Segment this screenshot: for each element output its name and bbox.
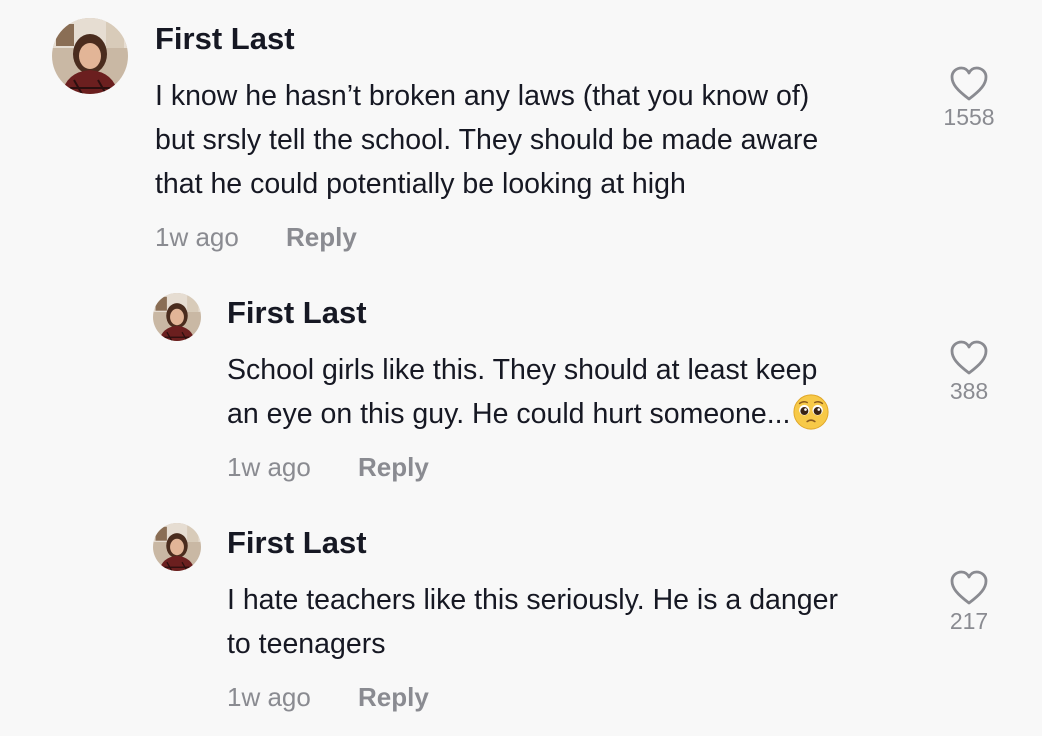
username[interactable]: First Last bbox=[155, 21, 295, 57]
comment-timestamp: 1w ago bbox=[227, 682, 311, 712]
reply-button[interactable]: Reply bbox=[286, 222, 357, 253]
avatar-photo bbox=[52, 18, 128, 94]
username[interactable]: First Last bbox=[227, 295, 367, 331]
heart-outline-icon bbox=[950, 340, 988, 375]
like-button[interactable]: 1558 bbox=[929, 66, 1009, 131]
like-count: 1558 bbox=[943, 104, 995, 130]
like-count: 388 bbox=[949, 378, 989, 404]
avatar-photo bbox=[153, 293, 201, 341]
pleading-face-emoji bbox=[793, 394, 830, 430]
comment-timestamp: 1w ago bbox=[155, 222, 239, 252]
avatar[interactable] bbox=[52, 18, 128, 94]
like-button[interactable]: 388 bbox=[929, 340, 1009, 405]
like-count: 217 bbox=[949, 608, 989, 634]
avatar-photo bbox=[153, 523, 201, 571]
comment-timestamp: 1w ago bbox=[227, 452, 311, 482]
comment-text: I hate teachers like this seriously. He … bbox=[227, 578, 838, 666]
comment-text-line: I know he hasn’t broken any laws (that y… bbox=[155, 80, 810, 112]
reply-button[interactable]: Reply bbox=[358, 452, 429, 483]
comment-text-line: that he could potentially be looking at … bbox=[155, 168, 686, 200]
heart-outline-icon bbox=[950, 66, 988, 101]
comment-text-line: I hate teachers like this seriously. He … bbox=[227, 584, 838, 616]
reply-button[interactable]: Reply bbox=[358, 682, 429, 713]
heart-outline-icon bbox=[950, 570, 988, 605]
comment-text: School girls like this. They should at l… bbox=[227, 348, 830, 436]
like-button[interactable]: 217 bbox=[929, 570, 1009, 635]
comment-text-line: but srsly tell the school. They should b… bbox=[155, 124, 819, 156]
username[interactable]: First Last bbox=[227, 525, 367, 561]
avatar[interactable] bbox=[153, 293, 201, 341]
comment-text-line: School girls like this. They should at l… bbox=[227, 354, 818, 386]
comment-text: I know he hasn’t broken any laws (that y… bbox=[155, 74, 818, 206]
comment-text-line: to teenagers bbox=[227, 628, 386, 660]
comment-text-segment: an eye on this guy. He could hurt someon… bbox=[227, 398, 791, 430]
avatar[interactable] bbox=[153, 523, 201, 571]
comment-text-line-with-emoji: an eye on this guy. He could hurt someon… bbox=[227, 392, 830, 436]
